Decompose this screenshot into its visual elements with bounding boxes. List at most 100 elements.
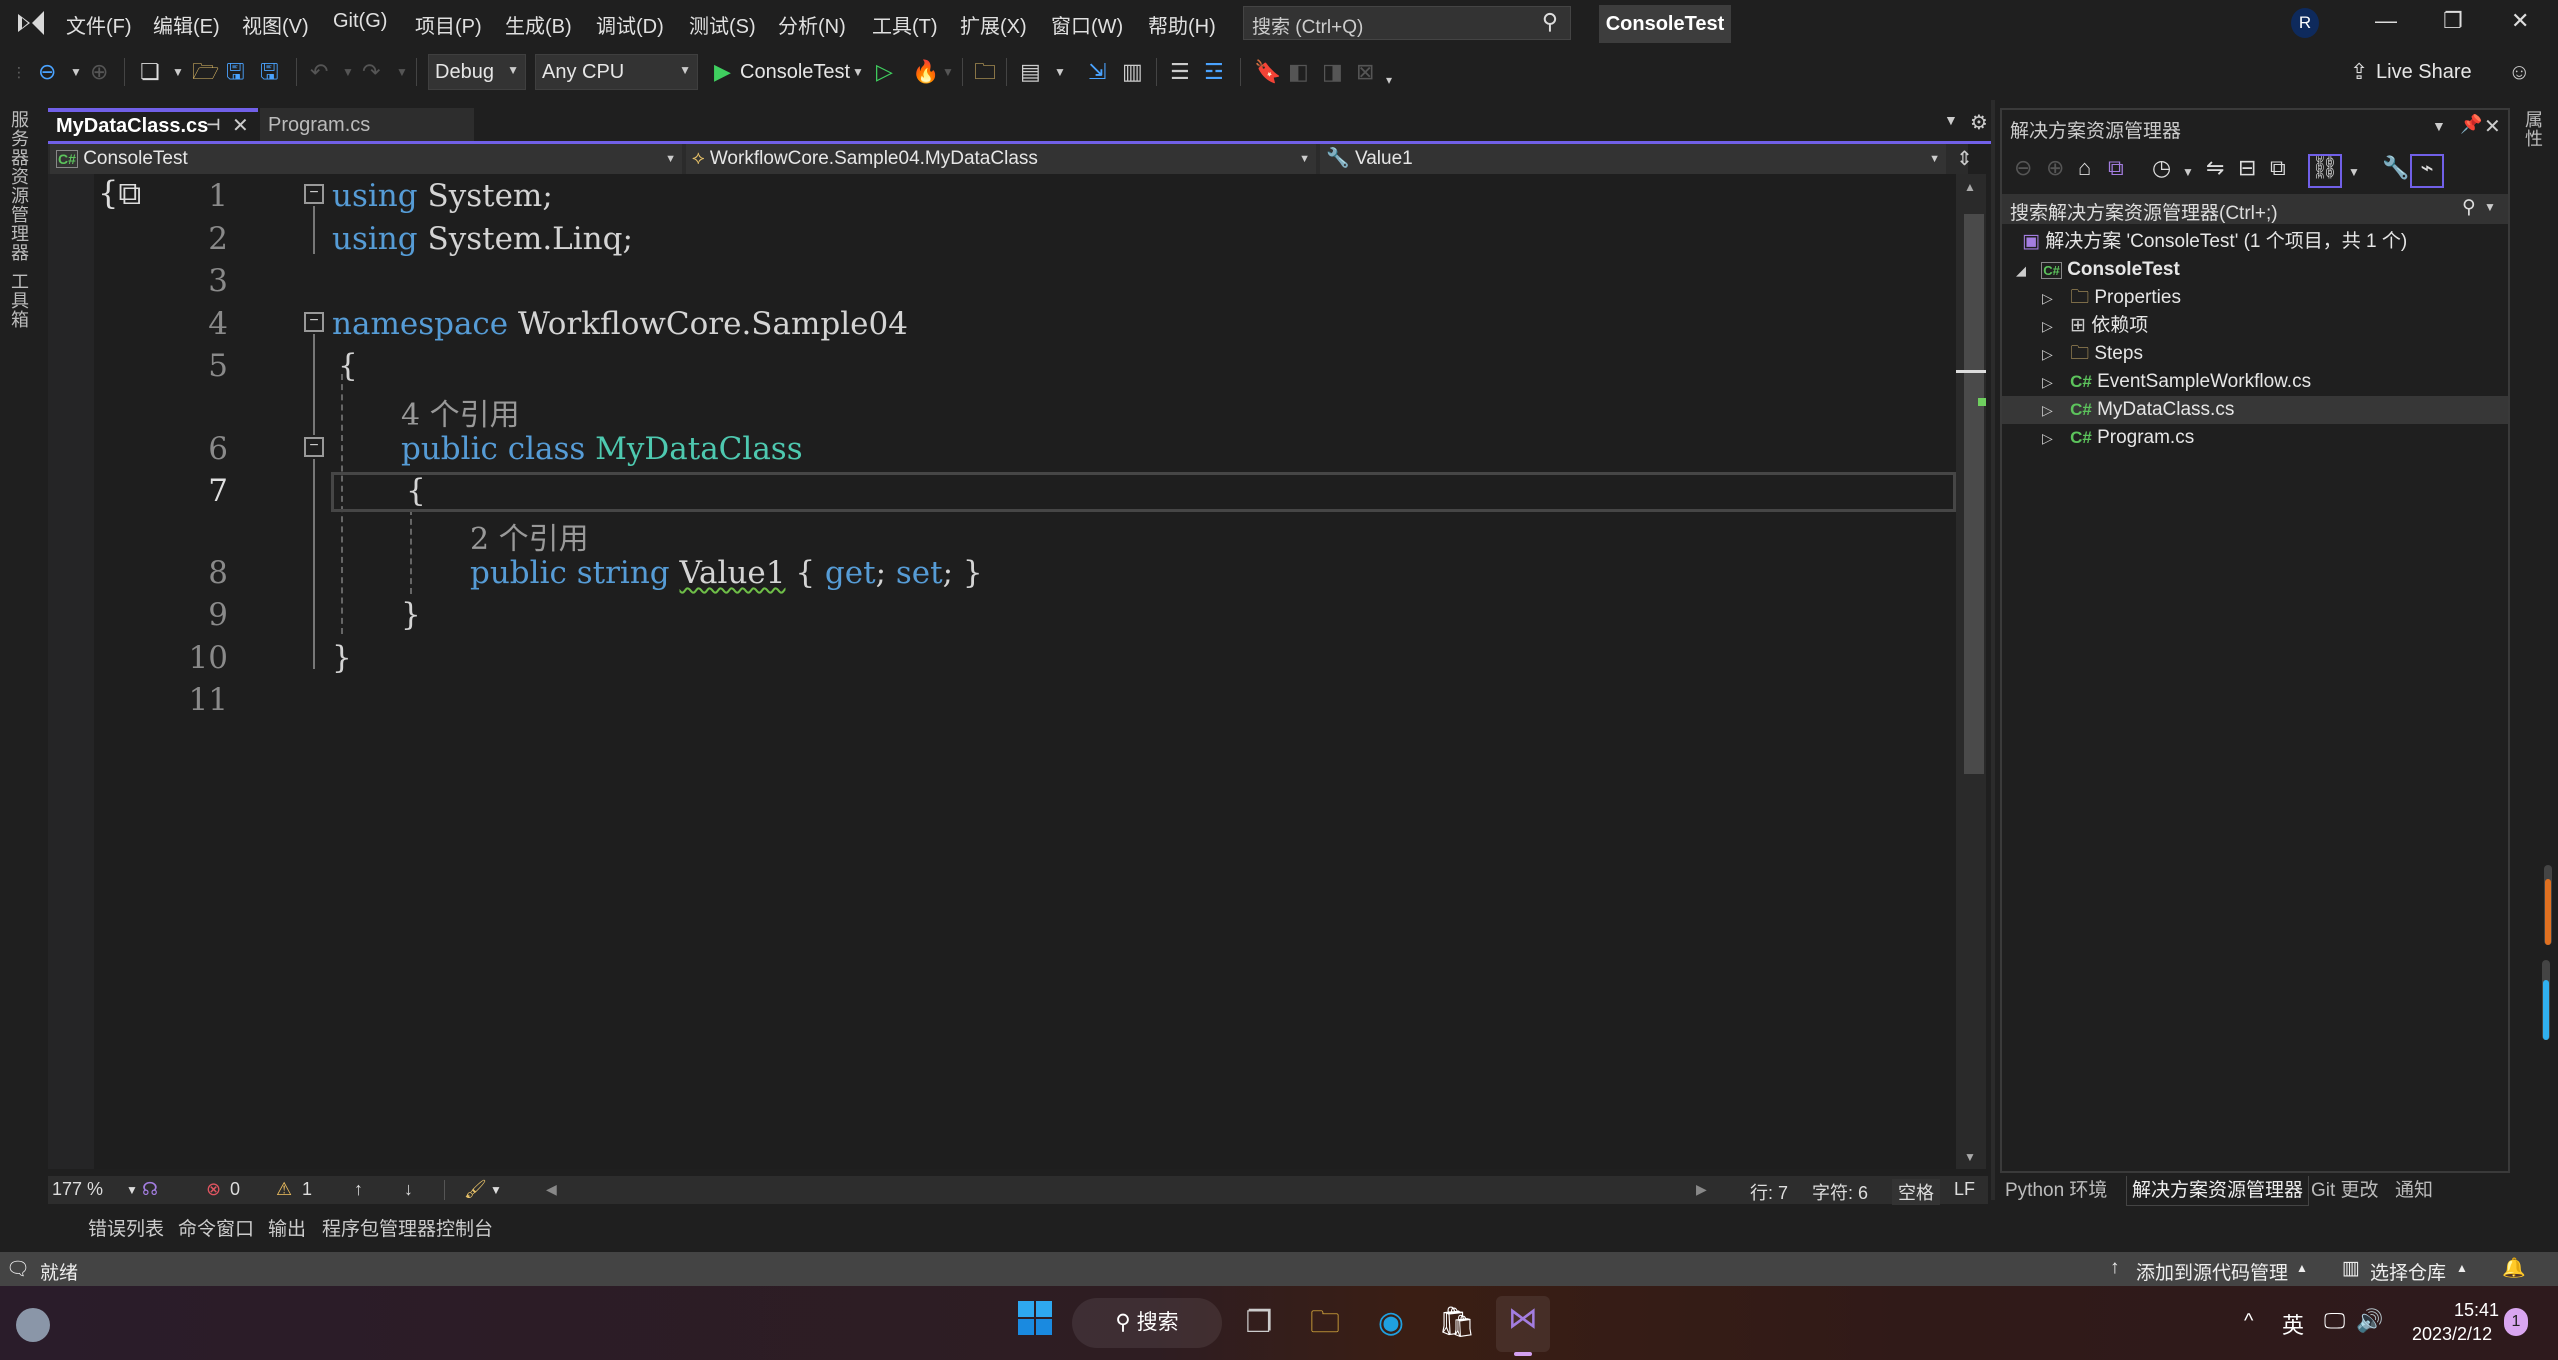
menu-help[interactable]: 帮助(H)	[1148, 10, 1216, 39]
collapse-all-icon[interactable]: ⊟	[2238, 156, 2256, 180]
search-input[interactable]: 搜索 (Ctrl+Q) ⚲	[1243, 6, 1571, 40]
quick-actions-brace-icon[interactable]: {⧉	[98, 174, 141, 213]
start-button[interactable]	[1012, 1300, 1058, 1346]
tree-item[interactable]: ▷ C# EventSampleWorkflow.cs	[2042, 368, 2311, 396]
collapsed-arrow-icon[interactable]: ▷	[2042, 374, 2053, 390]
hot-reload-icon[interactable]: 🔥	[912, 60, 939, 84]
collapsed-arrow-icon[interactable]: ▷	[2042, 290, 2053, 306]
menu-view[interactable]: 视图(V)	[242, 10, 309, 39]
tree-item[interactable]: ▷ 🗀 Steps	[2042, 340, 2143, 368]
forward-icon[interactable]: ⊕	[2046, 156, 2064, 180]
notifications-bell-icon[interactable]: 🔔	[2502, 1256, 2526, 1280]
tab-mydataclass[interactable]: MyDataClass.cs ⊣ ✕	[48, 108, 258, 142]
scrollbar-thumb[interactable]	[1964, 214, 1984, 774]
menu-test[interactable]: 测试(S)	[689, 10, 756, 39]
indent-indicator[interactable]: 空格	[1892, 1179, 1940, 1205]
close-tab-icon[interactable]: ✕	[232, 112, 249, 140]
select-repository-button[interactable]: 选择仓库	[2370, 1258, 2446, 1285]
task-view-icon[interactable]: ❐	[1236, 1300, 1282, 1346]
tree-item-selected[interactable]: ▷ C# MyDataClass.cs	[2042, 396, 2234, 424]
scroll-down-icon[interactable]: ▼	[1964, 1150, 1976, 1164]
zoom-level-dropdown[interactable]: 177 %	[52, 1179, 103, 1200]
new-project-icon[interactable]: ❏	[140, 60, 160, 84]
find-in-files-icon[interactable]: 🗀	[974, 60, 996, 84]
properties-tab[interactable]: 属性	[2522, 110, 2546, 148]
solution-search-input[interactable]: 搜索解决方案资源管理器(Ctrl+;) ⚲ ▼	[2002, 194, 2508, 224]
show-all-files-icon[interactable]: ⧉	[2270, 156, 2286, 180]
scroll-up-icon[interactable]: ▲	[1964, 180, 1976, 194]
tree-item[interactable]: ▷ ⊞ 依赖项	[2042, 312, 2148, 340]
previous-issue-icon[interactable]: ↑	[354, 1179, 363, 1200]
open-file-icon[interactable]: 🗁	[192, 60, 219, 84]
tree-view-dropdown-icon[interactable]: ▼	[2348, 160, 2360, 184]
eol-indicator[interactable]: LF	[1954, 1179, 1975, 1200]
collapse-class-icon[interactable]: −	[304, 437, 324, 457]
tree-project-node[interactable]: ◢ C# ConsoleTest	[2016, 256, 2180, 284]
hot-reload-dropdown-icon[interactable]: ▼	[942, 60, 954, 84]
layout-dropdown-icon[interactable]: ▼	[1054, 60, 1066, 84]
redo-icon[interactable]: ↷	[362, 60, 380, 84]
toolbar-overflow-icon[interactable]: ▾	[1386, 68, 1392, 92]
account-avatar[interactable]: R	[2291, 8, 2319, 38]
tab-solution-explorer[interactable]: 解决方案资源管理器	[2126, 1176, 2310, 1206]
toolbox-tab[interactable]: 工具箱	[8, 272, 32, 329]
error-count[interactable]: 0	[230, 1179, 240, 1200]
back-icon[interactable]: ⊖	[2014, 156, 2032, 180]
undo-icon[interactable]: ↶	[310, 60, 328, 84]
tab-python-environments[interactable]: Python 环境	[2000, 1176, 2112, 1206]
preview-selected-items-icon[interactable]: ⌁	[2410, 154, 2444, 188]
redo-dropdown-icon[interactable]: ▼	[396, 60, 408, 84]
tab-error-list[interactable]: 错误列表	[88, 1214, 164, 1241]
filter-dropdown-icon[interactable]: ▼	[2182, 160, 2194, 184]
tree-item[interactable]: ▷ 🗀 Properties	[2042, 284, 2181, 312]
char-indicator[interactable]: 字符: 6	[1812, 1179, 1868, 1205]
clear-bookmarks-icon[interactable]: ⊠	[1356, 60, 1374, 84]
weather-widget-icon[interactable]	[16, 1308, 50, 1342]
ime-indicator[interactable]: 英	[2282, 1308, 2304, 1340]
save-all-icon[interactable]: 🖫	[260, 60, 279, 84]
tab-git-changes[interactable]: Git 更改	[2306, 1176, 2384, 1206]
line-indicator[interactable]: 行: 7	[1750, 1179, 1788, 1205]
home-icon[interactable]: ⌂	[2078, 156, 2091, 180]
next-bookmark-icon[interactable]: ◨	[1322, 60, 1343, 84]
pin-panel-icon[interactable]: 📌	[2460, 114, 2482, 135]
cleanup-dropdown-icon[interactable]: ▼	[490, 1183, 502, 1197]
notification-count-badge[interactable]: 1	[2504, 1308, 2528, 1336]
clock-time[interactable]: 15:41	[2454, 1300, 2499, 1321]
start-without-debugging-icon[interactable]: ▷	[876, 60, 893, 84]
tab-command-window[interactable]: 命令窗口	[178, 1214, 254, 1241]
collapsed-arrow-icon[interactable]: ▷	[2042, 402, 2053, 418]
visual-studio-taskbar-icon[interactable]: ⋈	[1496, 1296, 1550, 1352]
server-explorer-tab[interactable]: 服务器资源管理器	[8, 110, 32, 262]
start-debugging-icon[interactable]: ▶	[714, 60, 731, 84]
uncomment-lines-icon[interactable]: ☲	[1204, 60, 1224, 84]
intellicode-icon[interactable]: ☊	[142, 1179, 158, 1200]
tab-list-dropdown-icon[interactable]: ▼	[1944, 112, 1958, 128]
tab-output[interactable]: 输出	[268, 1214, 306, 1241]
restore-button[interactable]: ❐	[2443, 8, 2463, 34]
new-dropdown-icon[interactable]: ▼	[172, 60, 184, 84]
live-share-button[interactable]: Live Share	[2376, 60, 2472, 84]
taskbar-search-button[interactable]: ⚲ 搜索	[1072, 1298, 1222, 1348]
close-window-button[interactable]: ✕	[2511, 8, 2529, 34]
configuration-dropdown[interactable]: Debug ▼	[428, 54, 526, 90]
scroll-right-icon[interactable]: ▶	[1696, 1181, 1707, 1198]
code-cleanup-icon[interactable]: 🖌	[464, 1179, 487, 1200]
error-icon[interactable]: ⊗	[206, 1179, 221, 1200]
microsoft-store-icon[interactable]: 🛍	[1434, 1300, 1480, 1346]
tab-program[interactable]: Program.cs	[260, 108, 474, 142]
codelens-references[interactable]: 4 个引用	[401, 390, 520, 434]
volume-icon[interactable]: 🔊	[2356, 1308, 2383, 1334]
project-dropdown[interactable]: C# ConsoleTest ▼	[50, 144, 682, 174]
properties-wrench-icon[interactable]: 🔧	[2382, 156, 2409, 180]
split-editor-icon[interactable]: ⇕	[1956, 146, 1973, 171]
zoom-dropdown-icon[interactable]: ▼	[126, 1183, 138, 1197]
next-issue-icon[interactable]: ↓	[404, 1179, 413, 1200]
add-to-source-control-button[interactable]: 添加到源代码管理	[2136, 1258, 2288, 1285]
member-dropdown[interactable]: 🔧 Value1 ▼	[1320, 144, 1946, 174]
warning-icon[interactable]: ⚠	[276, 1179, 292, 1200]
menu-build[interactable]: 生成(B)	[505, 10, 572, 39]
feedback-icon[interactable]: ☺	[2508, 60, 2530, 84]
tab-package-manager-console[interactable]: 程序包管理器控制台	[322, 1214, 493, 1241]
expanded-arrow-icon[interactable]: ◢	[2016, 263, 2026, 278]
